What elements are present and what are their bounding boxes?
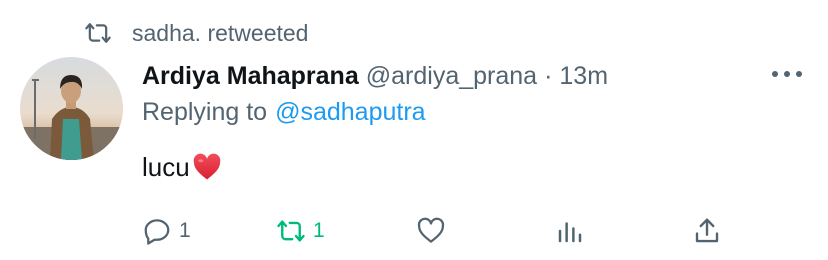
share-button[interactable] — [692, 211, 722, 251]
reply-icon — [144, 219, 170, 245]
red-heart-emoji-icon — [193, 153, 221, 180]
more-dot — [772, 71, 778, 77]
tweet-header: Ardiya Mahaprana @ardiya_prana · 13m — [142, 58, 608, 94]
analytics-button[interactable] — [555, 211, 585, 251]
separator-dot: · — [544, 61, 553, 90]
analytics-icon — [558, 222, 582, 243]
replying-to: Replying to @sadhaputra — [142, 94, 426, 130]
reply-button[interactable]: 1 — [142, 211, 191, 251]
retweet-icon — [277, 220, 305, 242]
timestamp[interactable]: 13m — [559, 62, 608, 91]
author-handle[interactable]: @ardiya_prana — [366, 62, 537, 91]
retweet-button[interactable]: 1 — [276, 211, 325, 251]
more-options-button[interactable] — [772, 62, 802, 86]
share-icon — [695, 218, 719, 243]
retweet-count: 1 — [313, 219, 325, 242]
author-name[interactable]: Ardiya Mahaprana — [142, 62, 359, 91]
avatar-photo — [20, 57, 123, 160]
retweet-banner-text[interactable]: sadha. retweeted — [132, 20, 308, 47]
replying-mention-link[interactable]: @sadhaputra — [275, 98, 425, 127]
more-dot — [796, 71, 802, 77]
reply-count: 1 — [179, 219, 191, 242]
avatar[interactable] — [20, 57, 123, 160]
replying-prefix: Replying to — [142, 97, 268, 126]
retweet-icon — [85, 23, 111, 43]
more-dot — [784, 71, 790, 77]
heart-icon — [417, 217, 445, 243]
tweet-actions: 1 1 — [0, 211, 828, 251]
tweet-text: lucu — [142, 147, 222, 187]
retweet-banner[interactable]: sadha. retweeted — [84, 18, 308, 48]
tweet-text-content: lucu — [142, 151, 190, 182]
like-button[interactable] — [416, 211, 453, 251]
